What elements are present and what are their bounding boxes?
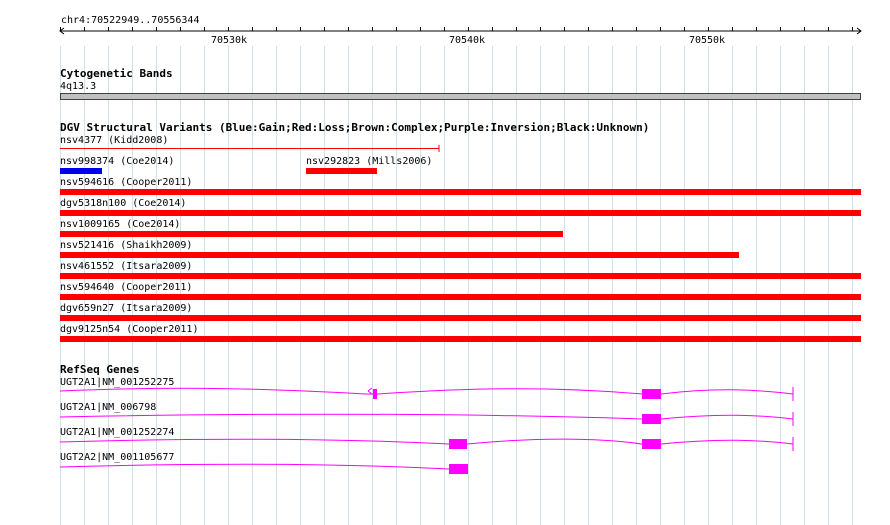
variant-label: nsv998374 (Coe2014) <box>60 156 175 167</box>
cytoband-label: 4q13.3 <box>60 81 97 92</box>
variant-feature[interactable] <box>60 315 861 321</box>
variant-label: nsv1009165 (Coe2014) <box>60 219 181 230</box>
variant-feature[interactable] <box>306 168 377 174</box>
variant-feature[interactable] <box>60 252 739 258</box>
exon <box>642 389 661 399</box>
variant-label: nsv521416 (Shaikh2009) <box>60 240 193 251</box>
variant-feature[interactable] <box>60 294 861 300</box>
ruler-ticks <box>60 27 853 31</box>
ruler-tick-label: 70530k <box>210 35 248 46</box>
refseq-track-title[interactable]: RefSeq Genes <box>60 364 139 376</box>
variant-label: dgv9125n54 (Cooper2011) <box>60 324 199 335</box>
exon <box>373 389 377 399</box>
ruler-tick-label: 70550k <box>688 35 726 46</box>
dgv-track-title[interactable]: DGV Structural Variants (Blue:Gain;Red:L… <box>60 122 649 134</box>
gene-model[interactable] <box>0 459 890 479</box>
variant-label: nsv461552 (Itsara2009) <box>60 261 193 272</box>
variant-feature[interactable] <box>60 273 861 279</box>
cytoband-track-title[interactable]: Cytogenetic Bands <box>60 68 173 80</box>
ruler-axis[interactable] <box>0 0 890 50</box>
variant-feature[interactable] <box>60 231 563 237</box>
gene-model[interactable] <box>0 434 890 454</box>
variant-feature[interactable] <box>60 168 102 174</box>
variant-label: nsv594640 (Cooper2011) <box>60 282 193 293</box>
variant-label: dgv5318n100 (Coe2014) <box>60 198 187 209</box>
gene-model[interactable] <box>0 384 890 404</box>
gene-model[interactable] <box>0 409 890 429</box>
exon <box>449 439 467 449</box>
variant-feature[interactable] <box>60 336 861 342</box>
variant-feature[interactable] <box>60 189 861 195</box>
exon <box>642 439 661 449</box>
exon <box>642 414 661 424</box>
exon <box>449 464 468 474</box>
variant-feature[interactable] <box>0 143 890 155</box>
variant-label: nsv594616 (Cooper2011) <box>60 177 193 188</box>
ruler-tick-label: 70540k <box>448 35 486 46</box>
variant-label: nsv292823 (Mills2006) <box>306 156 433 167</box>
variant-label: dgv659n27 (Itsara2009) <box>60 303 193 314</box>
variant-feature[interactable] <box>60 210 861 216</box>
genome-browser-view: chr4:70522949..70556344 70530k 70540k 70… <box>0 0 890 525</box>
cytoband-bar[interactable] <box>60 93 861 100</box>
